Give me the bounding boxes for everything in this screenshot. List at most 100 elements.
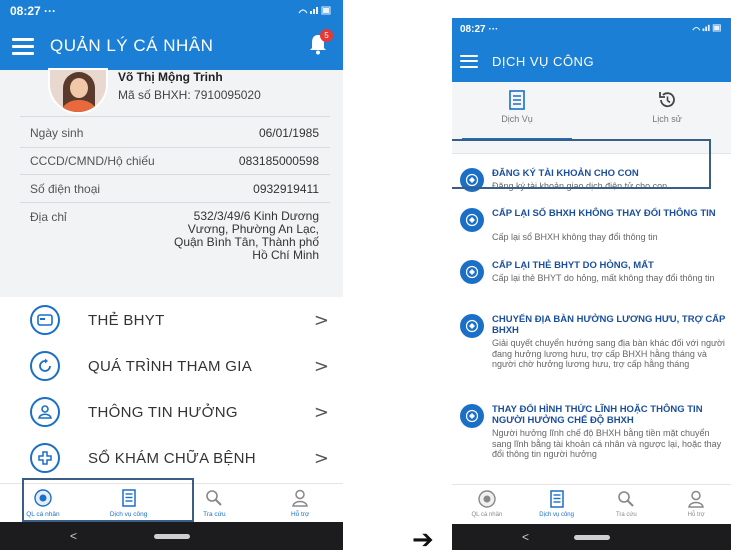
address-line: 532/3/49/6 Kinh Dương (193, 209, 319, 223)
hamburger-menu-icon[interactable] (12, 38, 34, 55)
status-time: 08:27 (10, 4, 41, 18)
tab-label: Lịch sử (652, 114, 682, 124)
service-description: Cấp lại thẻ BHYT do hỏng, mất không thay… (492, 273, 715, 283)
bhxh-logo-icon (460, 260, 484, 284)
nav-label: QL cá nhân (471, 512, 503, 518)
document-icon (549, 490, 564, 508)
divider (20, 147, 330, 148)
service-description: Người hưởng lĩnh chế độ BHXH bằng tiền m… (492, 428, 722, 459)
app-header: QUẢN LÝ CÁ NHÂN 5 (0, 22, 343, 70)
bhxh-logo-icon (460, 208, 484, 232)
service-item[interactable]: THAY ĐỔI HÌNH THỨC LĨNH HOẶC THÔNG TIN N… (452, 404, 731, 476)
left-phone-screen: 08:27 ··· QUẢN LÝ CÁ NHÂN 5 Võ Thị Mộng … (0, 0, 343, 550)
highlight-box-bottom-nav (22, 478, 194, 522)
hamburger-menu-icon[interactable] (460, 54, 478, 68)
address-value: 532/3/49/6 Kinh Dương Vương, Phường An L… (174, 210, 319, 262)
page-title: DỊCH VỤ CÔNG (492, 53, 595, 69)
feature-menu-list: THẺ BHYT > QUÁ TRÌNH THAM GIA > THÔNG TI… (0, 297, 343, 483)
signal-icon (297, 5, 333, 18)
info-row-address: Địa chỉ 532/3/49/6 Kinh Dương Vương, Phư… (0, 210, 343, 262)
info-value: 0932919411 (253, 182, 319, 196)
service-description: Giải quyết chuyển hướng sang địa bàn khá… (492, 338, 725, 369)
address-line: Quận Bình Tân, Thành phố (173, 235, 319, 249)
nav-label: Hỗ trợ (290, 511, 310, 518)
divider (20, 202, 330, 203)
nav-label: Dịch vụ công (539, 512, 574, 518)
menu-item-thong-tin-huong[interactable]: THÔNG TIN HƯỞNG > (0, 389, 343, 435)
history-icon (659, 92, 675, 108)
back-icon[interactable]: < (70, 529, 77, 543)
highlight-box-first-service (452, 139, 711, 189)
right-phone-screen: 08:27 ··· DỊCH VỤ CÔNG Dịch Vụ Lịch sử Đ… (452, 18, 731, 550)
address-line: Hồ Chí Minh (252, 248, 319, 262)
chevron-right-icon: > (313, 355, 329, 377)
service-title: CẤP LẠI SỐ BHXH KHÔNG THAY ĐỔI THÔNG TIN (492, 208, 716, 219)
nav-personal[interactable]: QL cá nhân (452, 485, 522, 524)
user-support-icon (688, 490, 705, 508)
avatar (48, 68, 108, 114)
chevron-right-icon: > (313, 309, 329, 331)
chevron-right-icon: > (313, 401, 329, 423)
status-time: 08:27 (460, 23, 486, 35)
service-item[interactable]: CẤP LẠI SỐ BHXH KHÔNG THAY ĐỔI THÔNG TIN… (452, 208, 731, 252)
menu-item-qua-trinh-tham-gia[interactable]: QUÁ TRÌNH THAM GIA > (0, 343, 343, 389)
bhxh-logo-icon (460, 314, 484, 338)
signal-icon (691, 23, 723, 35)
bottom-navigation: QL cá nhân Dịch vụ công Tra cứu Hỗ trợ (452, 484, 731, 524)
menu-item-so-kham-chua-benh[interactable]: SỔ KHÁM CHỮA BỆNH > (0, 435, 343, 481)
medical-cross-icon (30, 443, 60, 473)
info-label: Ngày sinh (30, 126, 84, 140)
chevron-right-icon: > (313, 447, 329, 469)
status-bar: 08:27 ··· (0, 0, 343, 22)
app-header: DỊCH VỤ CÔNG (452, 40, 731, 82)
menu-item-the-bhyt[interactable]: THẺ BHYT > (0, 297, 343, 343)
bhxh-logo-icon (460, 404, 484, 428)
shield-logo-icon (478, 490, 496, 508)
service-description: Cấp lại sổ BHXH không thay đổi thông tin (492, 232, 658, 242)
card-icon (30, 305, 60, 335)
divider (20, 116, 330, 117)
status-dots: ··· (488, 23, 499, 35)
service-title: CHUYỂN ĐỊA BÀN HƯỞNG LƯƠNG HƯU, TRỢ CẤP … (492, 314, 726, 336)
nav-support[interactable]: Hỗ trợ (257, 484, 343, 523)
info-label: Số điện thoại (30, 182, 101, 196)
document-icon (509, 90, 525, 110)
tab-services[interactable]: Dịch Vụ (462, 90, 572, 124)
info-row-id-card: CCCD/CMND/Hộ chiếu 083185000598 (0, 154, 343, 168)
service-title: THAY ĐỔI HÌNH THỨC LĨNH HOẶC THÔNG TIN N… (492, 404, 703, 426)
service-item[interactable]: CHUYỂN ĐỊA BÀN HƯỞNG LƯƠNG HƯU, TRỢ CẤP … (452, 314, 731, 394)
menu-item-label: SỔ KHÁM CHỮA BỆNH (88, 449, 256, 467)
menu-item-label: THÔNG TIN HƯỞNG (88, 403, 238, 421)
notification-badge: 5 (320, 29, 333, 42)
system-navigation-bar: < (452, 524, 731, 550)
search-icon (618, 491, 635, 507)
status-bar: 08:27 ··· (452, 18, 731, 40)
home-pill[interactable] (573, 534, 610, 540)
divider (20, 174, 330, 175)
refresh-icon (30, 351, 60, 381)
notification-bell-icon[interactable]: 5 (307, 29, 333, 58)
page-title: QUẢN LÝ CÁ NHÂN (50, 36, 214, 55)
tab-history[interactable]: Lịch sử (612, 90, 722, 124)
tab-label: Dịch Vụ (501, 114, 533, 124)
home-pill[interactable] (153, 533, 190, 539)
back-icon[interactable]: < (522, 530, 529, 544)
profile-bhxh-number: Mã số BHXH: 7910095020 (118, 88, 261, 102)
info-row-phone: Số điện thoại 0932919411 (0, 182, 343, 196)
menu-item-label: THẺ BHYT (88, 311, 165, 329)
search-icon (206, 490, 223, 506)
nav-support[interactable]: Hỗ trợ (661, 485, 731, 524)
transition-arrow-icon: ➔ (412, 525, 434, 550)
profile-name: Võ Thị Mộng Trinh (118, 70, 223, 84)
service-item[interactable]: CẤP LẠI THẺ BHYT DO HỎNG, MẤT Cấp lại th… (452, 260, 731, 304)
status-dots: ··· (44, 4, 57, 18)
people-icon (30, 397, 60, 427)
nav-label: Tra cứu (203, 511, 226, 518)
nav-label: Hỗ trợ (687, 512, 705, 518)
nav-public-services[interactable]: Dịch vụ công (522, 485, 592, 524)
info-value: 06/01/1985 (258, 126, 319, 140)
info-value: 083185000598 (238, 154, 319, 168)
info-label: CCCD/CMND/Hộ chiếu (30, 154, 155, 168)
menu-item-label: QUÁ TRÌNH THAM GIA (88, 357, 253, 375)
nav-lookup[interactable]: Tra cứu (592, 485, 662, 524)
